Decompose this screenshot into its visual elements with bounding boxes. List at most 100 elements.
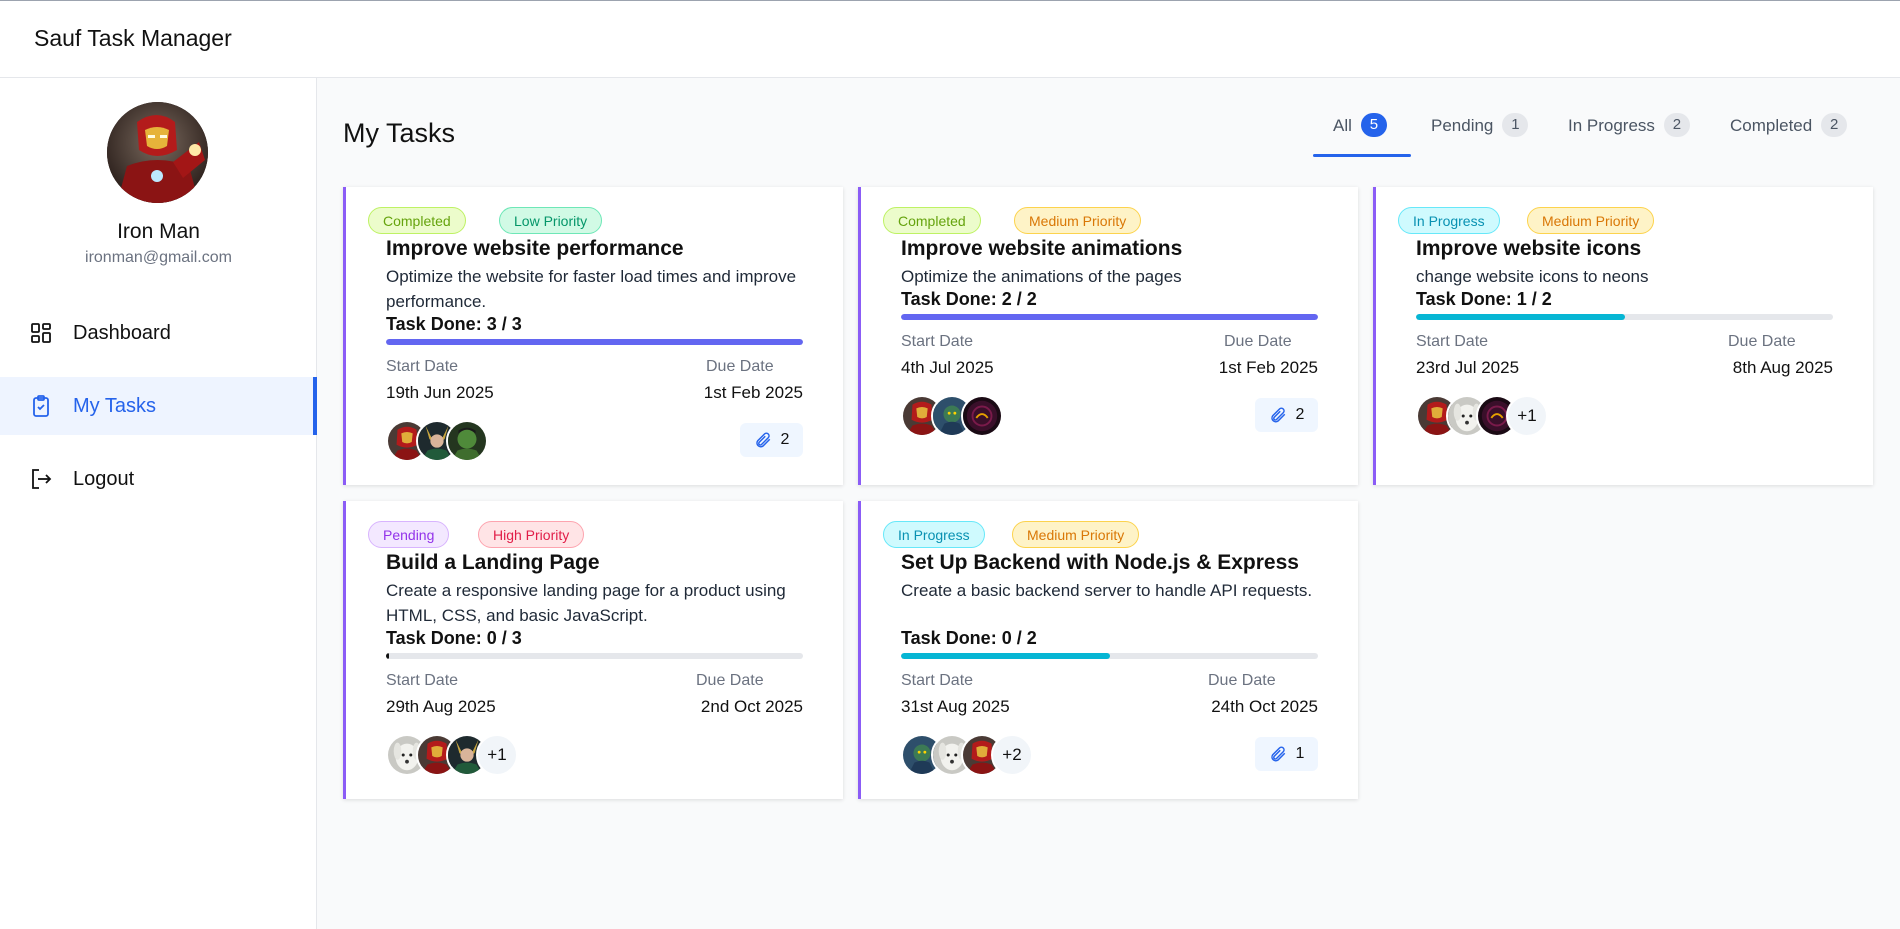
tab-count-badge: 5 [1360,113,1387,137]
due-date-label: Due Date [1224,333,1292,350]
start-date-label: Start Date [386,672,459,689]
sidebar-item-my-tasks[interactable]: My Tasks [0,377,317,435]
attachment-count[interactable]: 1 [1255,737,1318,771]
progress-bar [901,314,1318,320]
tab-all[interactable]: All 5 [1333,113,1387,156]
due-date-label: Due Date [1208,672,1276,689]
task-description: Create a responsive landing page for a p… [386,581,786,625]
logout-icon [28,466,54,492]
task-description: Optimize the website for faster load tim… [386,267,797,311]
progress-bar [386,339,803,345]
user-name: Iron Man [117,220,200,243]
tab-count-badge: 2 [1663,113,1690,137]
priority-badge: Medium Priority [1014,207,1142,234]
status-badge: In Progress [883,521,985,548]
start-date-value: 19th Jun 2025 [386,383,494,402]
task-done-count: Task Done: 0 / 3 [386,628,522,648]
more-assignees-badge: +1 [1506,395,1548,437]
assignee-avatars [901,395,1003,437]
tab-label: In Progress [1568,116,1655,135]
task-title: Improve website performance [386,237,684,260]
progress-fill [386,653,389,659]
sidebar-item-dashboard[interactable]: Dashboard [0,304,317,362]
tab-label: Pending [1431,116,1494,135]
status-badge: In Progress [1398,207,1500,234]
sidebar-item-label: Dashboard [73,321,171,344]
task-card[interactable]: Pending High Priority Build a Landing Pa… [343,501,843,799]
due-date-value: 1st Feb 2025 [703,383,803,402]
assignee-avatar [446,420,488,462]
tab-label: Completed [1730,116,1813,135]
paperclip-icon [755,432,770,448]
start-date-label: Start Date [901,672,974,689]
start-date-label: Start Date [1416,333,1489,350]
task-done-count: Task Done: 0 / 2 [901,628,1037,648]
tab-in-progress[interactable]: In Progress 2 [1568,113,1690,156]
more-assignees-badge: +2 [991,734,1033,776]
top-bar: Sauf Task Manager [0,0,1900,78]
attachment-count-value: 2 [780,431,790,448]
task-description: change website icons to neons [1416,267,1649,286]
start-date-value: 29th Aug 2025 [386,697,496,716]
task-description: Create a basic backend server to handle … [901,581,1313,600]
active-tab-indicator [1313,154,1411,157]
priority-badge: High Priority [478,521,585,548]
user-email: ironman@gmail.com [85,249,232,266]
progress-fill [901,653,1110,659]
sidebar-item-label: My Tasks [73,394,156,417]
due-date-value: 1st Feb 2025 [1218,358,1318,377]
start-date-label: Start Date [901,333,974,350]
paperclip-icon [1270,407,1285,423]
start-date-label: Start Date [386,358,459,375]
attachment-count[interactable]: 2 [740,423,803,457]
status-badge: Pending [368,521,450,548]
task-title: Improve website icons [1416,237,1642,260]
status-badge: Completed [368,207,466,234]
task-card[interactable]: Completed Low Priority Improve website p… [343,187,843,485]
priority-badge: Medium Priority [1527,207,1655,234]
sidebar-item-label: Logout [73,467,135,490]
priority-badge: Medium Priority [1012,521,1140,548]
tab-completed[interactable]: Completed 2 [1730,113,1848,156]
progress-bar [386,653,803,659]
task-title: Set Up Backend with Node.js & Express [901,551,1299,574]
progress-fill [901,314,1318,320]
task-title: Improve website animations [901,237,1183,260]
progress-fill [1416,314,1625,320]
due-date-label: Due Date [706,358,774,375]
start-date-value: 31st Aug 2025 [901,697,1010,716]
sidebar-item-logout[interactable]: Logout [0,450,317,508]
task-card[interactable]: In Progress Medium Priority Set Up Backe… [858,501,1358,799]
dashboard-icon [28,320,54,346]
app-title: Sauf Task Manager [34,25,232,51]
task-title: Build a Landing Page [386,551,600,574]
assignee-avatars: +2 [901,734,1033,776]
status-badge: Completed [883,207,981,234]
task-card[interactable]: Completed Medium Priority Improve websit… [858,187,1358,485]
due-date-value: 2nd Oct 2025 [700,697,803,716]
task-description: Optimize the animations of the pages [901,267,1182,286]
page-title: My Tasks [343,118,456,148]
attachment-count-value: 1 [1295,745,1305,762]
paperclip-icon [1270,746,1285,762]
tab-count-badge: 2 [1821,113,1848,137]
priority-badge: Low Priority [499,207,603,234]
progress-fill [386,339,803,345]
task-done-count: Task Done: 1 / 2 [1416,289,1552,309]
start-date-value: 23rd Jul 2025 [1416,358,1520,377]
attachment-count[interactable]: 2 [1255,398,1318,432]
start-date-value: 4th Jul 2025 [901,358,994,377]
sidebar: Iron Man ironman@gmail.com Dashboard My … [0,78,317,929]
due-date-label: Due Date [1728,333,1796,350]
task-card[interactable]: In Progress Medium Priority Improve webs… [1373,187,1873,485]
tab-pending[interactable]: Pending 1 [1431,113,1529,156]
tab-count-badge: 1 [1502,113,1529,137]
user-avatar[interactable] [107,102,208,203]
assignee-avatars: +1 [386,734,518,776]
due-date-value: 24th Oct 2025 [1211,697,1318,716]
task-done-count: Task Done: 3 / 3 [386,314,522,334]
due-date-value: 8th Aug 2025 [1732,358,1833,377]
assignee-avatars [386,420,488,462]
progress-bar [901,653,1318,659]
assignee-avatar [961,395,1003,437]
